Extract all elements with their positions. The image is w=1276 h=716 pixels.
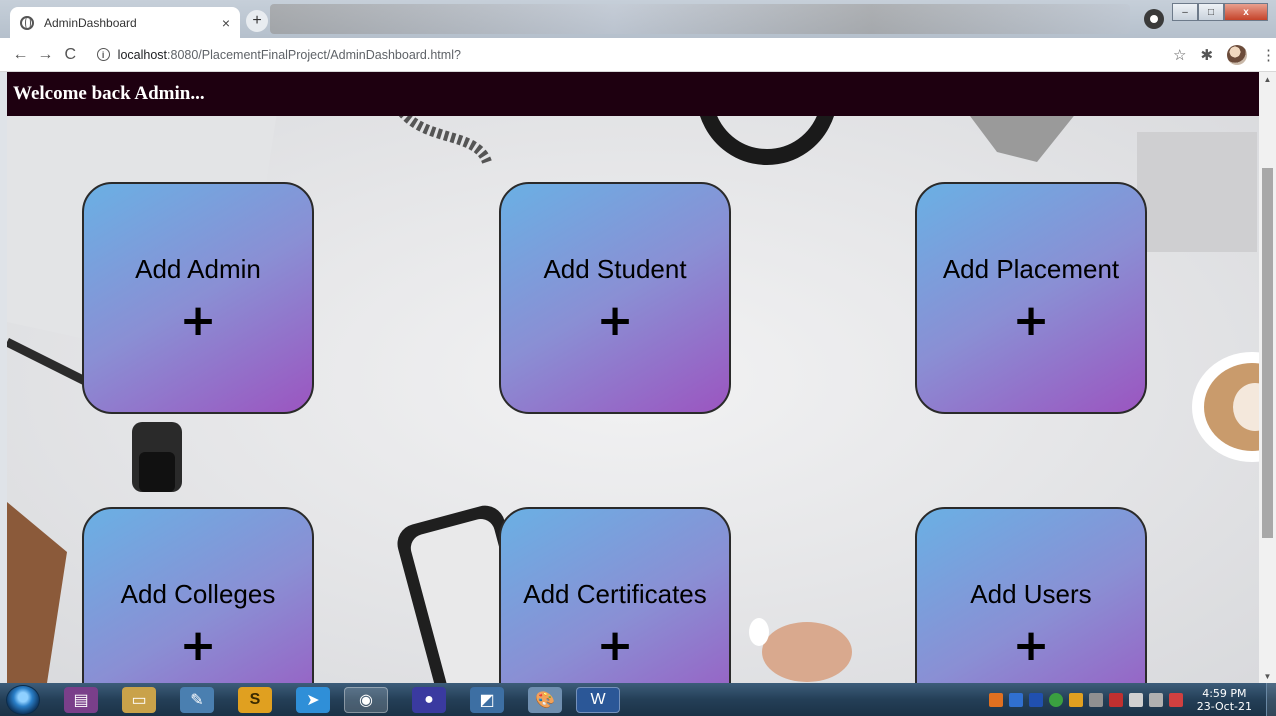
profile-avatar[interactable] (1227, 44, 1248, 65)
add-colleges-card[interactable]: Add Colleges + (82, 507, 314, 683)
tray-device-icon[interactable] (1088, 692, 1103, 707)
card-label: Add Colleges (120, 579, 276, 609)
tray-app-icon[interactable] (1008, 692, 1023, 707)
back-button[interactable]: ← (8, 46, 33, 64)
plus-icon: + (179, 295, 217, 346)
tray-app-icon[interactable] (1108, 692, 1123, 707)
chrome-icon[interactable]: ◉ (344, 686, 388, 713)
record-icon[interactable] (1144, 9, 1164, 29)
plus-icon: + (1012, 620, 1050, 671)
system-tray: 4:59 PM 23-Oct-21 (983, 683, 1276, 716)
windows-taskbar: ▤ ▭ ✎ S ➤ ◉ ● ◩ 🎨 W 4:59 PM 23-Oct-21 (0, 683, 1276, 716)
url-path: :8080/PlacementFinalProject/AdminDashboa… (167, 47, 461, 62)
url-host: localhost (117, 47, 168, 62)
browser-tab[interactable]: AdminDashboard × (10, 7, 240, 38)
show-desktop-button[interactable] (1266, 683, 1276, 716)
notepad-icon[interactable]: ✎ (180, 686, 214, 713)
clock-date: 23-Oct-21 (1196, 699, 1252, 713)
sublime-text-icon[interactable]: S (238, 686, 272, 713)
scroll-down-arrow-icon[interactable]: ▼ (1259, 669, 1276, 683)
welcome-header: Welcome back Admin... (7, 72, 1259, 116)
minimize-button[interactable]: – (1172, 3, 1198, 21)
maximize-button[interactable]: □ (1198, 3, 1224, 21)
signal-icon[interactable] (1148, 692, 1163, 707)
plus-icon: + (179, 620, 217, 671)
welcome-text: Welcome back Admin... (13, 83, 205, 104)
tray-app-icon[interactable] (1068, 692, 1083, 707)
tab-close-button[interactable]: × (222, 15, 230, 31)
add-users-card[interactable]: Add Users + (915, 507, 1147, 683)
globe-icon (20, 15, 34, 30)
start-orb-icon[interactable] (6, 684, 40, 715)
add-admin-card[interactable]: Add Admin + (82, 182, 314, 414)
word-icon[interactable]: W (576, 686, 620, 713)
reload-button[interactable]: C (58, 46, 83, 64)
card-label: Add Users (970, 579, 1092, 609)
plus-icon: + (596, 295, 634, 346)
mysql-workbench-icon[interactable]: ◩ (470, 686, 504, 713)
action-center-flag-icon[interactable] (1168, 692, 1183, 707)
tray-bluetooth-icon[interactable] (1028, 692, 1043, 707)
taskbar-clock[interactable]: 4:59 PM 23-Oct-21 (1197, 687, 1252, 713)
tab-title: AdminDashboard (44, 15, 137, 30)
telegram-icon[interactable]: ➤ (296, 686, 330, 713)
scroll-up-arrow-icon[interactable]: ▲ (1259, 72, 1276, 86)
card-label: Add Placement (942, 254, 1120, 284)
card-label: Add Student (543, 254, 687, 284)
browser-tabstrip: AdminDashboard × + – □ x (0, 0, 1276, 38)
browser-toolbar: ← → C i localhost:8080/PlacementFinalPro… (0, 38, 1276, 72)
card-label: Add Certificates (523, 579, 707, 609)
address-bar[interactable]: i localhost:8080/PlacementFinalProject/A… (90, 41, 1161, 68)
close-window-button[interactable]: x (1224, 3, 1268, 21)
extensions-puzzle-icon[interactable]: ✱ (1200, 46, 1213, 64)
bookmark-star-icon[interactable]: ☆ (1173, 46, 1186, 64)
paint-icon[interactable]: 🎨 (528, 686, 562, 713)
eclipse-icon[interactable]: ● (412, 686, 446, 713)
plus-icon: + (1012, 295, 1050, 346)
tray-network-icon[interactable] (1048, 692, 1063, 707)
scrollbar-thumb[interactable] (1262, 168, 1273, 538)
card-label: Add Admin (135, 254, 261, 284)
plus-icon: + (596, 620, 634, 671)
menu-kebab-icon[interactable]: ⋮ (1261, 46, 1276, 64)
new-tab-button[interactable]: + (246, 10, 268, 32)
add-student-card[interactable]: Add Student + (499, 182, 731, 414)
tray-app-icon[interactable] (988, 692, 1003, 707)
page-scrollbar[interactable]: ▲ ▼ (1259, 72, 1276, 683)
window-controls: – □ x (1172, 3, 1268, 21)
background-window-strip (270, 4, 1130, 34)
speaker-icon[interactable] (1128, 692, 1143, 707)
forward-button[interactable]: → (33, 46, 58, 64)
add-placement-card[interactable]: Add Placement + (915, 182, 1147, 414)
add-certificates-card[interactable]: Add Certificates + (499, 507, 731, 683)
file-explorer-icon[interactable]: ▭ (122, 686, 156, 713)
page-viewport: Welcome back Admin... Add Admin + Add St… (7, 72, 1259, 683)
winrar-icon[interactable]: ▤ (64, 686, 98, 713)
clock-time: 4:59 PM (1202, 686, 1247, 700)
info-icon[interactable]: i (96, 48, 110, 61)
